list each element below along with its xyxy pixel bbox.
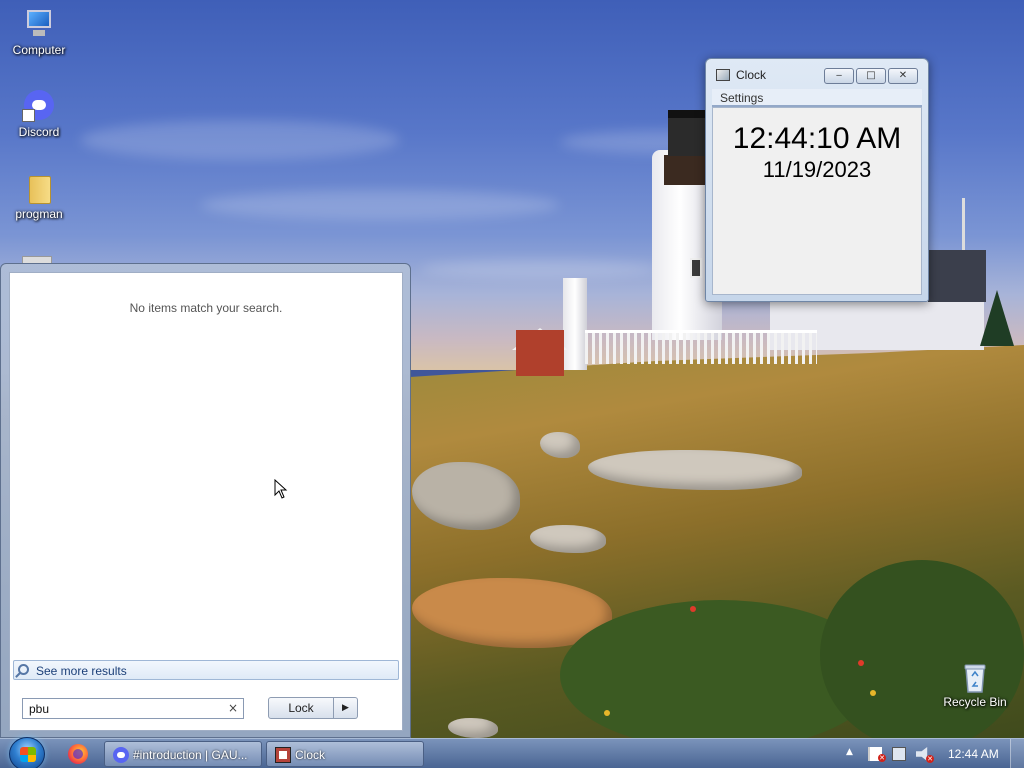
folder-icon <box>23 172 55 204</box>
title-bar[interactable]: Clock ‒ □ ✕ <box>706 59 928 89</box>
network-icon[interactable] <box>892 747 906 761</box>
see-more-results-label: See more results <box>36 664 127 678</box>
desktop-icon-recycle-bin[interactable]: Recycle Bin <box>937 660 1013 709</box>
desktop-icon-label: Recycle Bin <box>943 695 1007 709</box>
minimize-button[interactable]: ‒ <box>824 68 854 84</box>
desktop-icon-label: Computer <box>12 43 66 57</box>
search-icon <box>18 664 29 675</box>
firefox-icon[interactable] <box>68 744 88 764</box>
taskbar-item-label: Clock <box>295 748 326 762</box>
discord-icon <box>22 90 55 122</box>
volume-muted-icon: ✕ <box>926 755 934 763</box>
taskbar-item-discord[interactable]: #introduction | GAU... <box>104 741 262 767</box>
taskbar-clock[interactable]: 12:44 AM <box>948 747 999 761</box>
lock-button[interactable]: Lock <box>268 697 334 719</box>
action-center-flag-icon[interactable]: ✕ <box>868 747 886 762</box>
search-value: pbu <box>29 702 50 716</box>
power-options-arrow-icon[interactable]: ▶ <box>334 697 358 719</box>
start-menu-footer: pbu × Lock ▶ <box>9 686 403 731</box>
computer-icon <box>23 8 55 40</box>
menu-item-settings[interactable]: Settings <box>720 91 763 105</box>
search-results-pane: No items match your search. <box>9 272 403 686</box>
see-more-results-button[interactable]: See more results <box>13 660 399 680</box>
discord-icon <box>113 747 129 763</box>
menu-bar: Settings <box>712 89 922 107</box>
system-tray: ▲ ✕ ✕ 12:44 AM <box>842 739 1024 768</box>
no-results-message: No items match your search. <box>129 301 283 315</box>
close-button[interactable]: ✕ <box>888 68 918 84</box>
show-desktop-button[interactable] <box>1010 739 1024 768</box>
window-title: Clock <box>736 68 767 82</box>
desktop-icon-computer[interactable]: Computer <box>1 8 77 57</box>
desktop-icon-label: Discord <box>18 125 60 139</box>
taskbar-item-clock[interactable]: Clock <box>266 741 424 767</box>
start-button[interactable] <box>9 737 45 768</box>
recycle-bin-icon <box>959 660 991 693</box>
clock-time: 12:44:10 AM <box>732 122 902 155</box>
mouse-cursor-icon <box>274 479 288 499</box>
desktop-icon-discord[interactable]: Discord <box>1 90 77 139</box>
taskbar-item-label: #introduction | GAU... <box>133 748 248 762</box>
maximize-button[interactable]: □ <box>856 68 886 84</box>
desktop-icon-label: progman <box>15 207 63 221</box>
clock-date: 11/19/2023 <box>762 157 872 182</box>
desktop-icon-progman[interactable]: progman <box>1 172 77 221</box>
clock-app-icon <box>716 69 730 81</box>
show-hidden-icons-icon[interactable]: ▲ <box>846 747 853 757</box>
taskbar: #introduction | GAU... Clock ▲ ✕ ✕ 12:44… <box>0 737 1024 768</box>
clock-window[interactable]: Clock ‒ □ ✕ Settings 12:44:10 AM 11/19/2… <box>705 58 929 302</box>
clock-app-icon <box>275 747 291 763</box>
windows-logo-icon <box>20 747 36 762</box>
start-menu: No items match your search. See more res… <box>0 263 411 738</box>
start-search-input[interactable]: pbu × <box>22 698 244 719</box>
clear-search-icon[interactable]: × <box>228 701 238 715</box>
